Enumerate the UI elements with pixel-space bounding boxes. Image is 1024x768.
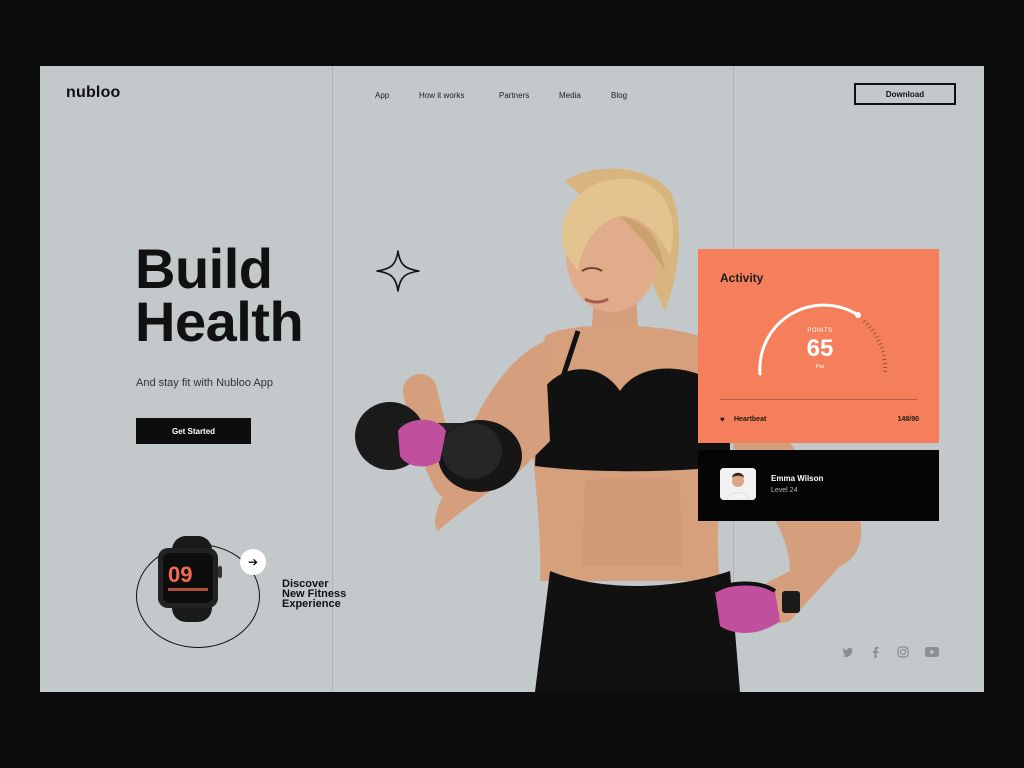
avatar: [720, 468, 756, 500]
smartwatch-image[interactable]: 09: [152, 536, 238, 622]
heartbeat-value: 148/90: [897, 416, 919, 423]
facebook-icon[interactable]: [868, 646, 882, 658]
download-button[interactable]: Download: [854, 83, 956, 105]
activity-card: Activity POINTS 65 Pso ♥ Heartbeat 148/9…: [698, 249, 939, 443]
nav-link-media[interactable]: Media: [559, 91, 581, 100]
promo-line: Experience: [282, 598, 341, 610]
hero-tagline: And stay fit with Nubloo App: [136, 377, 273, 389]
watch-time: 09: [168, 562, 192, 587]
youtube-icon[interactable]: [925, 646, 939, 658]
twitter-icon[interactable]: [840, 646, 854, 658]
nav-link-app[interactable]: App: [375, 91, 389, 100]
heart-icon: ♥: [720, 415, 725, 424]
divider: [720, 399, 917, 400]
points-value: 65: [806, 335, 834, 362]
instagram-icon[interactable]: [896, 646, 910, 658]
headline-line2: Health: [135, 290, 304, 353]
nav-link-how-it-works[interactable]: How it works: [419, 91, 464, 100]
get-started-button[interactable]: Get Started: [136, 418, 251, 444]
profile-level: Level 24: [771, 487, 798, 494]
sparkle-icon: [376, 250, 420, 292]
activity-title: Activity: [720, 271, 764, 285]
nav-link-blog[interactable]: Blog: [611, 91, 627, 100]
brand-logo[interactable]: nubloo: [66, 84, 121, 102]
points-label: POINTS: [807, 328, 833, 334]
points-unit: Pso: [815, 364, 825, 370]
profile-card[interactable]: Emma Wilson Level 24: [698, 450, 939, 521]
nav-link-partners[interactable]: Partners: [499, 91, 529, 100]
landing-page: nubloo App How it works Partners Media B…: [40, 66, 984, 692]
profile-name: Emma Wilson: [771, 474, 824, 483]
arrow-right-icon[interactable]: ➔: [240, 549, 266, 575]
hero-headline: Build Health: [135, 241, 304, 350]
heartbeat-label: Heartbeat: [734, 416, 767, 423]
watch-promo-text: Discover New Fitness Experience: [282, 579, 346, 610]
